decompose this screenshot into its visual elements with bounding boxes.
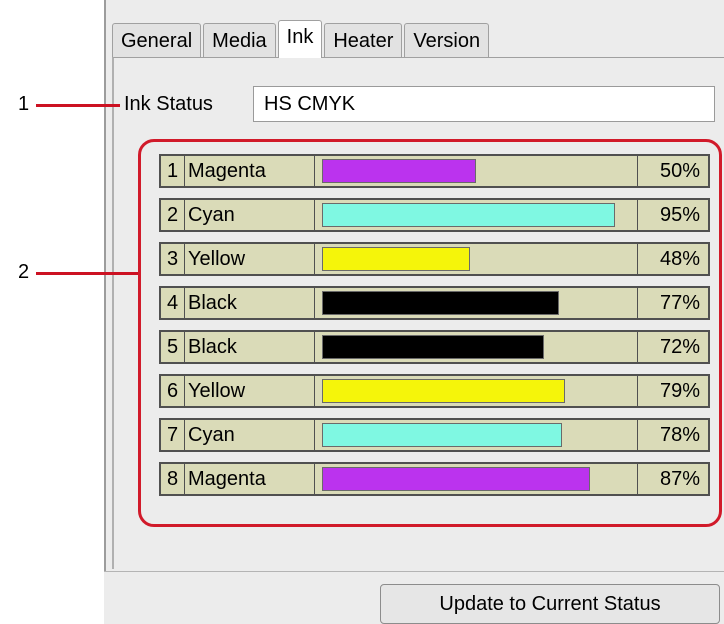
ink-level-row: 7 Cyan 78% [159, 418, 710, 452]
ink-slot-number: 6 [161, 376, 185, 406]
ink-level-track [315, 156, 638, 186]
ink-status-label: Ink Status [124, 93, 213, 115]
ink-level-bar [322, 247, 470, 271]
ink-level-row: 3 Yellow 48% [159, 242, 710, 276]
ink-slot-number: 7 [161, 420, 185, 450]
ink-color-name: Black [185, 288, 315, 318]
update-status-button[interactable]: Update to Current Status [380, 584, 720, 624]
ink-level-track [315, 464, 638, 494]
ink-level-percent: 48% [659, 248, 700, 270]
callout-number-1: 1 [18, 93, 30, 115]
ink-level-track [315, 244, 638, 274]
tab-version[interactable]: Version [404, 23, 490, 58]
ink-slot-number: 1 [161, 156, 185, 186]
ink-level-percent: 50% [659, 160, 700, 182]
ink-level-row: 5 Black 72% [159, 330, 710, 364]
ink-level-row: 8 Magenta 87% [159, 462, 710, 496]
ink-level-bar [322, 159, 476, 183]
ink-level-bar [322, 203, 615, 227]
tab-ink[interactable]: Ink [277, 20, 323, 58]
callout-line-2 [36, 272, 140, 275]
ink-slot-number: 2 [161, 200, 185, 230]
ink-color-name: Cyan [185, 420, 315, 450]
tab-general[interactable]: General [112, 23, 202, 58]
callout-line-1 [36, 104, 120, 107]
ink-color-name: Yellow [185, 244, 315, 274]
ink-color-name: Magenta [185, 156, 315, 186]
ink-level-percent: 78% [659, 424, 700, 446]
ink-level-bar [322, 467, 590, 491]
ink-level-bar [322, 379, 565, 403]
tab-media[interactable]: Media [203, 23, 276, 58]
ink-slot-number: 3 [161, 244, 185, 274]
ink-color-name: Black [185, 332, 315, 362]
ink-level-track [315, 288, 638, 318]
ink-level-track [315, 200, 638, 230]
tab-bar: General Media Ink Heater Version [112, 20, 491, 58]
ink-level-percent: 79% [659, 380, 700, 402]
ink-level-percent: 87% [659, 468, 700, 490]
ink-level-row: 6 Yellow 79% [159, 374, 710, 408]
ink-level-row: 2 Cyan 95% [159, 198, 710, 232]
ink-color-name: Yellow [185, 376, 315, 406]
ink-color-name: Magenta [185, 464, 315, 494]
ink-level-bar [322, 335, 544, 359]
ink-slot-number: 4 [161, 288, 185, 318]
ink-level-bar [322, 423, 562, 447]
ink-level-track [315, 420, 638, 450]
tab-heater[interactable]: Heater [324, 23, 403, 58]
ink-slot-number: 5 [161, 332, 185, 362]
ink-level-percent: 77% [659, 292, 700, 314]
ink-status-field: HS CMYK [253, 86, 715, 122]
ink-level-row: 4 Black 77% [159, 286, 710, 320]
ink-level-list: 1 Magenta 50% 2 Cyan 95% 3 Yellow 48% 4 … [159, 154, 710, 506]
ink-level-bar [322, 291, 559, 315]
ink-level-row: 1 Magenta 50% [159, 154, 710, 188]
ink-level-track [315, 332, 638, 362]
ink-slot-number: 8 [161, 464, 185, 494]
ink-level-track [315, 376, 638, 406]
ink-level-percent: 72% [659, 336, 700, 358]
callout-number-2: 2 [18, 261, 30, 283]
ink-color-name: Cyan [185, 200, 315, 230]
ink-level-percent: 95% [659, 204, 700, 226]
